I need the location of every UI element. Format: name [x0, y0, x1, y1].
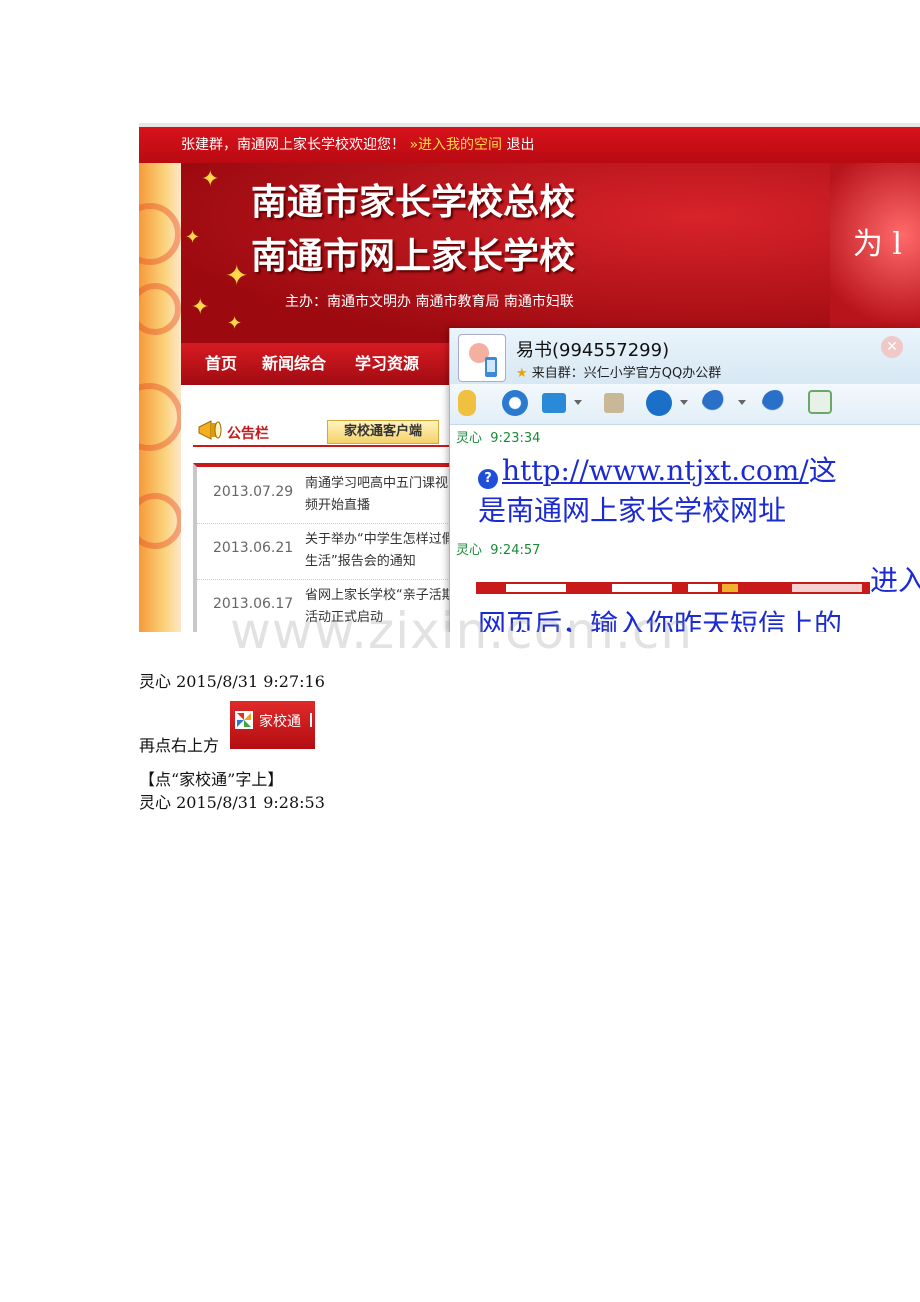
pinwheel-logo-icon: [235, 711, 253, 729]
nav-item-news[interactable]: 新闻综合: [262, 343, 326, 385]
help-icon: ?: [478, 469, 498, 489]
site-top-bar: 张建群，南通网上家长学校欢迎您！ »进入我的空间 退出: [139, 123, 920, 163]
message-line: 进入: [870, 564, 920, 597]
banner-title-1: 南通市家长学校总校: [251, 182, 576, 223]
jiaxiaotong-button-image: 家校通: [230, 701, 315, 749]
chat-log-line: 【点“家校通”字上】: [139, 770, 284, 789]
phone-avatar-icon: [469, 343, 497, 377]
close-icon[interactable]: ✕: [881, 336, 903, 358]
url-link[interactable]: http://www.ntjxt.com/: [502, 454, 809, 487]
nav-item-home[interactable]: 首页: [205, 343, 237, 385]
remote-screen-icon[interactable]: [604, 393, 624, 413]
logout-link[interactable]: 退出: [506, 137, 534, 153]
divider: [193, 445, 452, 447]
add-note-icon[interactable]: [808, 390, 832, 414]
microphone-icon[interactable]: [458, 390, 476, 416]
divider: [310, 713, 312, 727]
file-transfer-icon[interactable]: [542, 393, 566, 413]
chat-header: 易书(994557299) ★ 来自群：兴仁小学官方QQ办公群 ✕: [450, 328, 920, 384]
client-download-button[interactable]: 家校通客户端: [327, 420, 439, 444]
my-space-link[interactable]: »进入我的空间: [409, 137, 502, 153]
news-title[interactable]: 关于举办“中学生怎样过假生活”报告会的通知: [305, 529, 455, 573]
avatar[interactable]: [458, 334, 506, 382]
embedded-screenshot: 张建群，南通网上家长学校欢迎您！ »进入我的空间 退出 ✦ ✦ ✦ ✦ ✦ 南通…: [139, 123, 920, 632]
contact-source: ★ 来自群：兴仁小学官方QQ办公群: [516, 366, 722, 381]
content-panel: 公告栏 家校通客户端 2013.07.29 南通学习吧高中五门课视频开始直播 2…: [181, 385, 456, 632]
contact-name: 易书(994557299): [516, 340, 670, 361]
jiaxiaotong-label: 家校通: [259, 714, 301, 730]
banner-calligraphy: 为 l: [852, 227, 902, 262]
banner-title-2: 南通市网上家长学校: [251, 236, 576, 277]
nav-item-resources[interactable]: 学习资源: [355, 343, 419, 385]
chat-log-line: 灵心 2015/8/31 9:27:16: [139, 672, 325, 691]
message-header: 灵心 9:24:57: [456, 543, 541, 558]
news-title[interactable]: 南通学习吧高中五门课视频开始直播: [305, 473, 455, 517]
remove-user-icon[interactable]: [702, 390, 728, 416]
message-line: http://www.ntjxt.com/这: [502, 454, 837, 487]
banner-sponsor: 主办：南通市文明办 南通市教育局 南通市妇联: [285, 294, 574, 310]
list-item[interactable]: 2013.06.21 关于举办“中学生怎样过假生活”报告会的通知: [197, 523, 455, 580]
notice-board-title: 公告栏: [227, 426, 269, 442]
chat-log-line: 再点右上方: [139, 736, 220, 755]
qq-chat-window: 易书(994557299) ★ 来自群：兴仁小学官方QQ办公群 ✕ 灵心 9:2…: [449, 328, 920, 632]
message-line: 是南通网上家长学校网址: [478, 494, 787, 527]
news-date: 2013.07.29: [213, 484, 294, 500]
site-banner: ✦ ✦ ✦ ✦ ✦ 南通市家长学校总校 南通市网上家长学校 主办：南通市文明办 …: [181, 163, 920, 343]
chevron-down-icon[interactable]: [738, 400, 746, 405]
megaphone-icon: [198, 420, 222, 440]
chat-messages: 灵心 9:23:34 ? http://www.ntjxt.com/这 是南通网…: [450, 425, 920, 632]
watermark: www.zixin.com.cn: [230, 602, 694, 660]
chat-toolbar: [450, 384, 920, 425]
chat-log-line: 灵心 2015/8/31 9:28:53: [139, 793, 325, 812]
app-icon[interactable]: [646, 390, 672, 416]
list-item[interactable]: 2013.07.29 南通学习吧高中五门课视频开始直播: [197, 467, 452, 524]
star-icon: ★: [516, 366, 528, 381]
chevron-down-icon[interactable]: [574, 400, 582, 405]
message-header: 灵心 9:23:34: [456, 431, 541, 446]
add-user-icon[interactable]: [762, 390, 788, 416]
embedded-login-image: [476, 582, 870, 594]
camera-icon[interactable]: [502, 390, 528, 416]
left-decoration: [139, 163, 183, 632]
chevron-down-icon[interactable]: [680, 400, 688, 405]
news-date: 2013.06.21: [213, 540, 294, 556]
greeting-text: 张建群，南通网上家长学校欢迎您！: [181, 137, 405, 153]
